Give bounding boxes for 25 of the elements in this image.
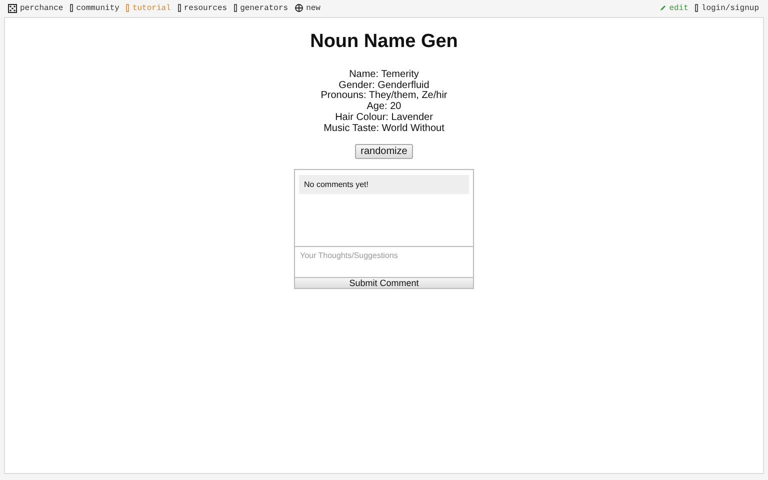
- box-icon: [70, 4, 74, 12]
- box-icon: [695, 4, 698, 12]
- submit-button[interactable]: Submit Comment: [294, 277, 474, 290]
- comment-field[interactable]: Your Thoughts/Suggestions: [294, 247, 474, 278]
- detail-line: Hair Colour: Lavender: [335, 112, 433, 124]
- globe-icon: [295, 4, 304, 12]
- detail-line: Music Taste: World Without: [324, 124, 444, 134]
- detail-line: Age: 20: [366, 102, 402, 112]
- detail-line: Name: Temerity: [349, 70, 419, 80]
- randomize-button[interactable]: randomize: [354, 144, 414, 160]
- detail-line: Gender: Genderfluid: [338, 80, 430, 91]
- page-title: Noun Name Gen: [310, 31, 458, 53]
- box-icon: [178, 4, 181, 12]
- comment-message: No comments yet!: [299, 175, 469, 194]
- nav-link[interactable]: new: [295, 4, 320, 12]
- nav-link[interactable]: community: [70, 4, 120, 12]
- nav-link[interactable]: generators: [234, 4, 288, 12]
- nav-link[interactable]: resources: [178, 4, 228, 12]
- nav-link[interactable]: login/signup: [695, 4, 759, 12]
- pencil-icon: [660, 5, 666, 11]
- detail-line: Pronouns: They/them, Ze/hir: [320, 91, 448, 102]
- box-icon: [234, 4, 238, 12]
- nav-link[interactable]: perchance: [8, 4, 64, 12]
- dice-icon: [8, 4, 17, 12]
- box-icon: [126, 4, 130, 12]
